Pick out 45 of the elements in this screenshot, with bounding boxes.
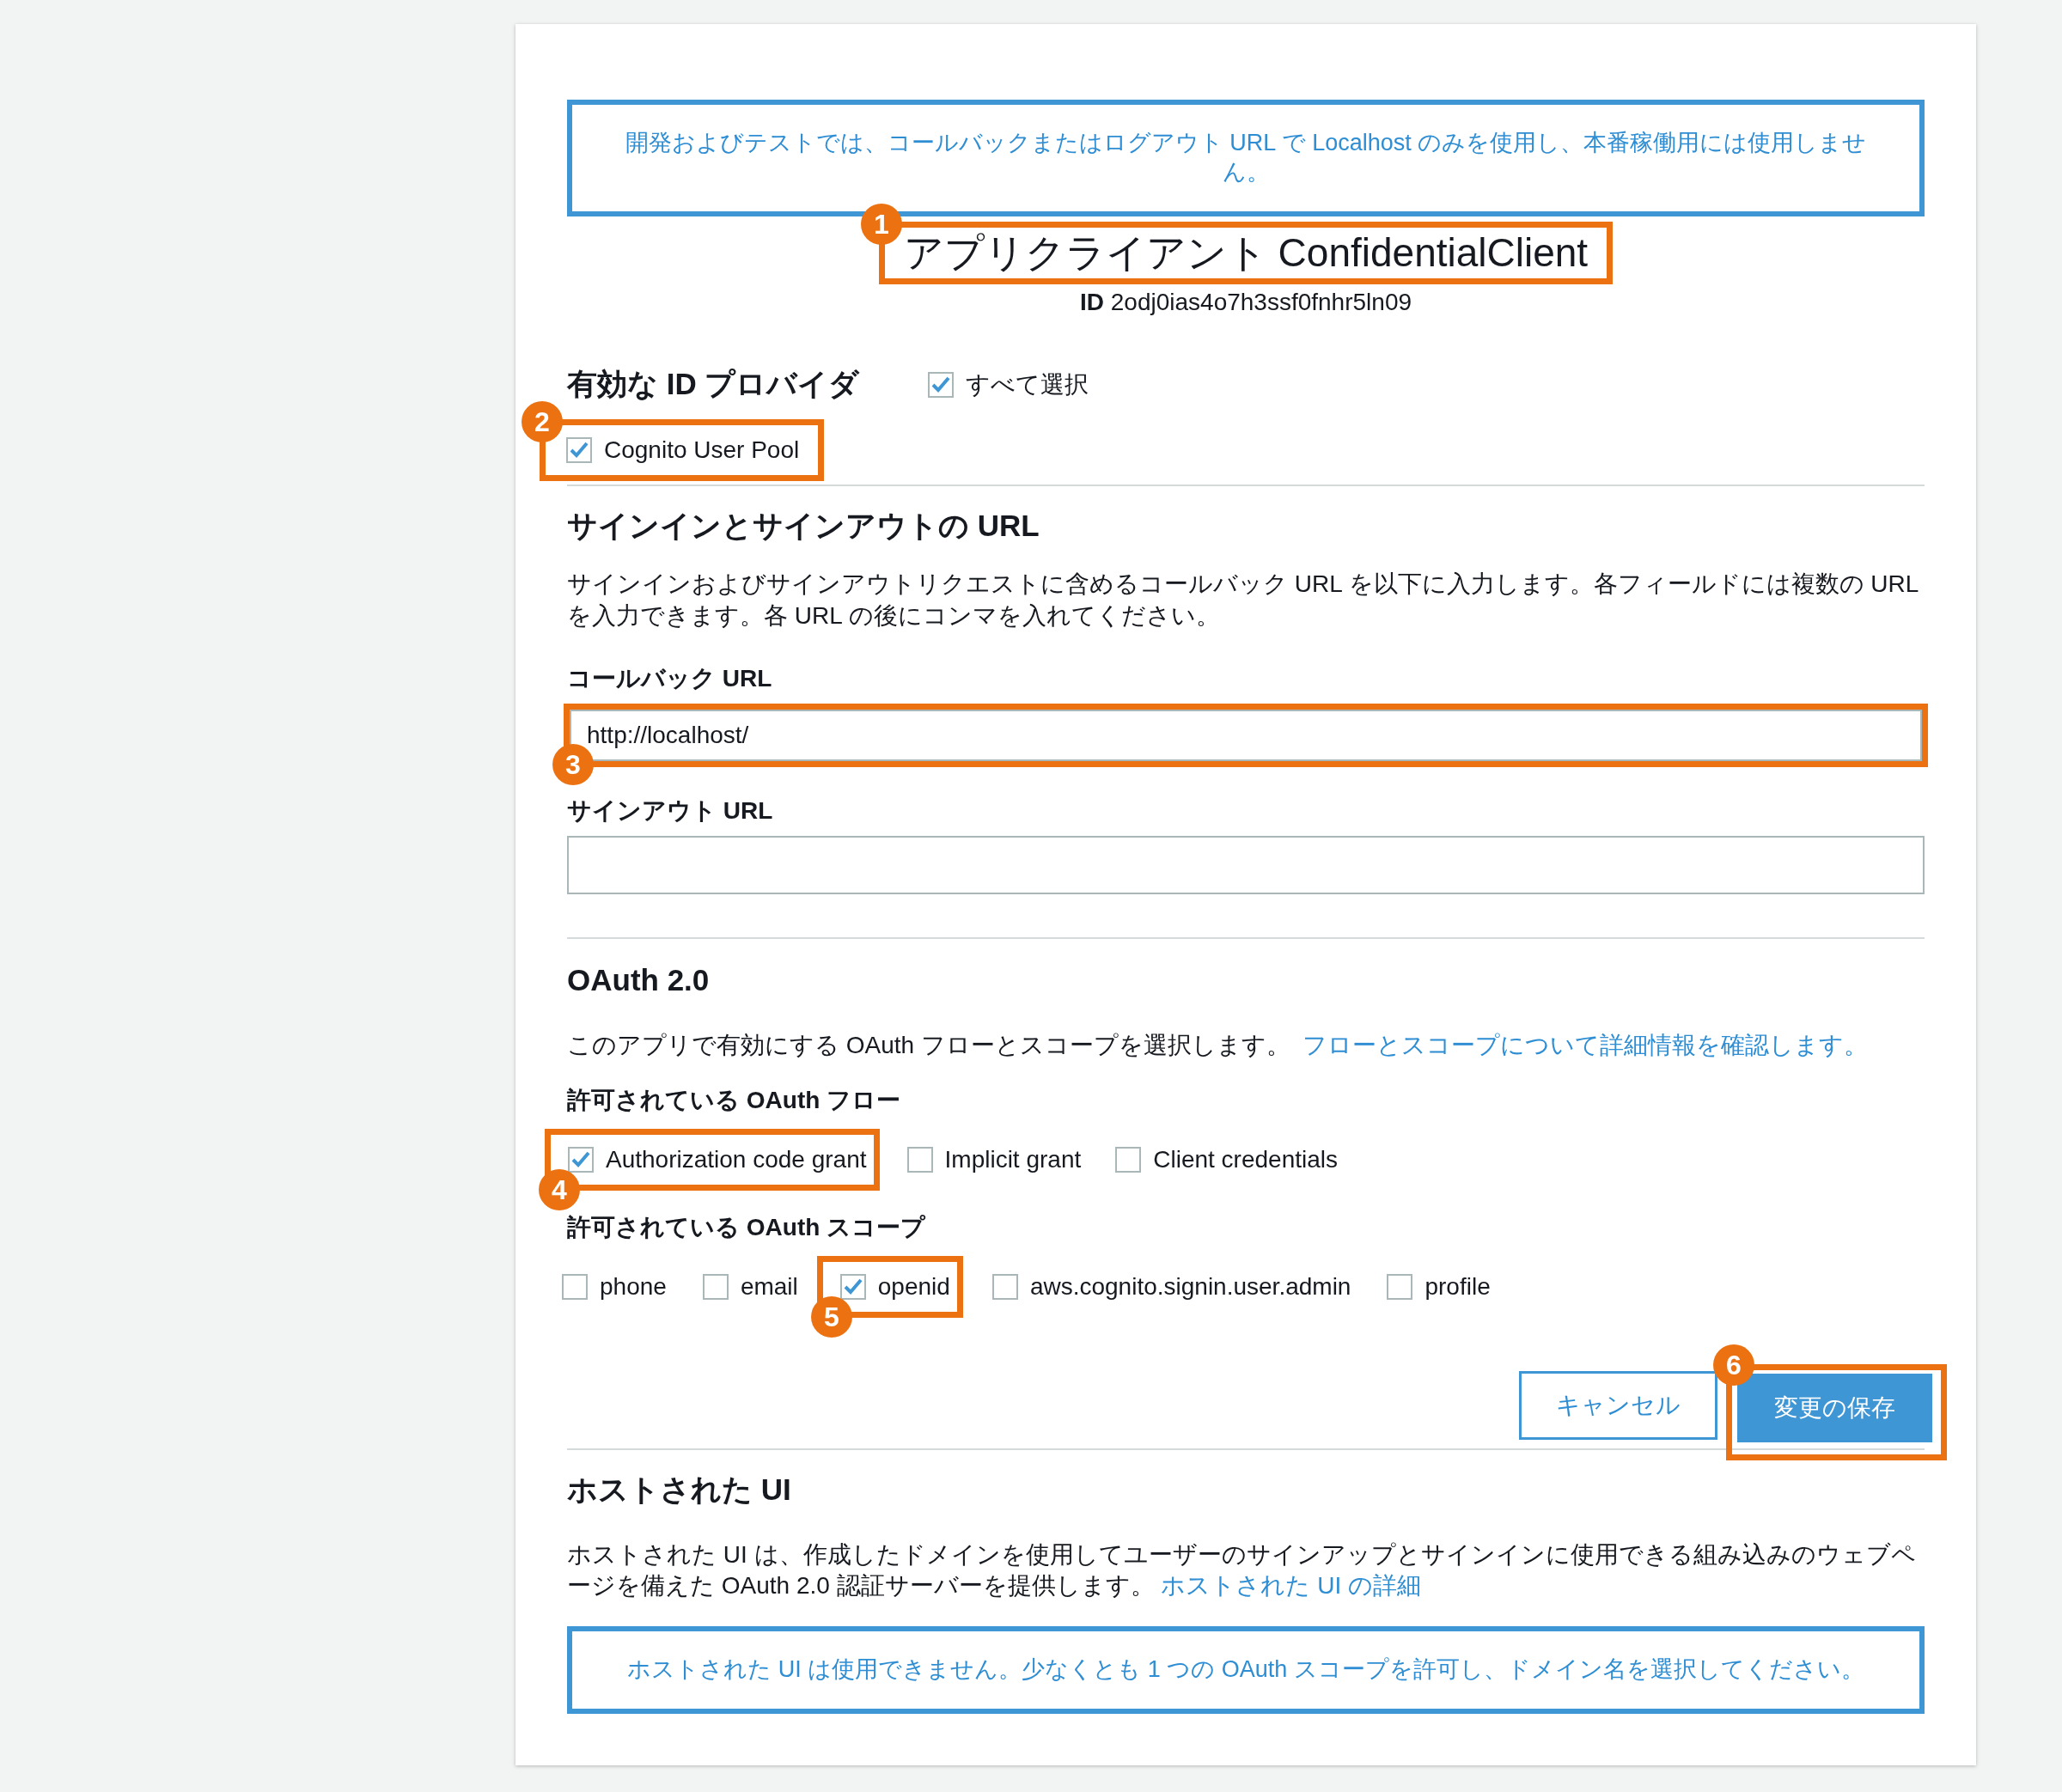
checkbox[interactable] bbox=[839, 1273, 866, 1300]
info-notice: ホストされた UI は使用できません。少なくとも 1 つの OAuth スコープを許可し、ドメイン名を選択してください。 bbox=[567, 1625, 1925, 1714]
checkbox[interactable] bbox=[702, 1273, 729, 1300]
save-button[interactable]: 変更の保存 bbox=[1737, 1373, 1932, 1442]
details-link[interactable]: ホストされた UI の詳細 bbox=[1161, 1572, 1421, 1600]
checkbox-label: aws.cognito.signin.user.admin bbox=[1029, 1271, 1351, 1301]
checkbox[interactable] bbox=[568, 1146, 594, 1173]
checkbox[interactable] bbox=[906, 1146, 933, 1173]
checkbox[interactable] bbox=[1387, 1273, 1413, 1300]
field-label: 許可されている OAuth スコープ bbox=[567, 1212, 927, 1242]
callout-badge: 3 bbox=[552, 744, 594, 786]
section-description: サインインおよびサインアウトリクエストに含めるコールバック URL を以下に入力します。各フィールドには複数の URL を入力できます。各 URL の後にコンマを入れてください。 bbox=[567, 570, 1919, 631]
section-description: ホストされた UI は、作成したドメインを使用してユーザーのサインアップとサインインに使用できる組み込みのウェブページを備えた OAuth 2.0 認証サーバーを提供します。 ホストされた UI の詳細 bbox=[567, 1540, 1917, 1601]
checkbox[interactable] bbox=[928, 371, 955, 398]
section-description: このアプリで有効にする OAuth フローとスコープを選択します。 bbox=[567, 1030, 1290, 1060]
checkbox[interactable] bbox=[562, 1273, 588, 1300]
section-heading: 有効な ID プロバイダ bbox=[567, 366, 860, 403]
checkbox-label: profile bbox=[1424, 1271, 1491, 1301]
checkbox-label: openid bbox=[877, 1271, 950, 1301]
checkbox-label: すべて選択 bbox=[966, 369, 1089, 399]
callout-badge: 4 bbox=[539, 1168, 580, 1210]
checkbox-label: Client credentials bbox=[1153, 1144, 1339, 1174]
cancel-button[interactable]: キャンセル bbox=[1519, 1370, 1717, 1440]
field-label: サインアウト URL bbox=[567, 796, 774, 826]
field-label: コールバック URL bbox=[567, 664, 773, 694]
callout-badge: 5 bbox=[810, 1295, 852, 1338]
callout-badge: 6 bbox=[1713, 1344, 1754, 1386]
checkbox[interactable] bbox=[566, 436, 592, 463]
input-field[interactable] bbox=[567, 836, 1925, 895]
checkbox-label: Cognito User Pool bbox=[604, 435, 800, 465]
checkbox-label: email bbox=[740, 1271, 798, 1301]
field-label: 許可されている OAuth フロー bbox=[567, 1085, 902, 1115]
callout-badge: 2 bbox=[522, 400, 563, 442]
section-heading: サインインとサインアウトの URL bbox=[567, 507, 1040, 544]
learn-more-link[interactable]: フローとスコープについて詳細情報を確認します。 bbox=[1302, 1027, 1868, 1064]
checkbox-label: Authorization code grant bbox=[606, 1144, 867, 1174]
client-title: アプリクライアント ConfidentialClient bbox=[902, 229, 1589, 277]
checkbox[interactable] bbox=[991, 1273, 1018, 1300]
section-heading: ホストされた UI bbox=[567, 1471, 792, 1508]
checkbox[interactable] bbox=[1115, 1146, 1142, 1173]
client-id: ID 2odj0ias4o7h3ssf0fnhr5ln09 bbox=[1079, 289, 1412, 316]
callout-badge: 1 bbox=[860, 203, 902, 245]
section-heading: OAuth 2.0 bbox=[567, 962, 711, 999]
checkbox-label: Implicit grant bbox=[944, 1144, 1082, 1174]
checkbox-label: phone bbox=[600, 1271, 667, 1301]
